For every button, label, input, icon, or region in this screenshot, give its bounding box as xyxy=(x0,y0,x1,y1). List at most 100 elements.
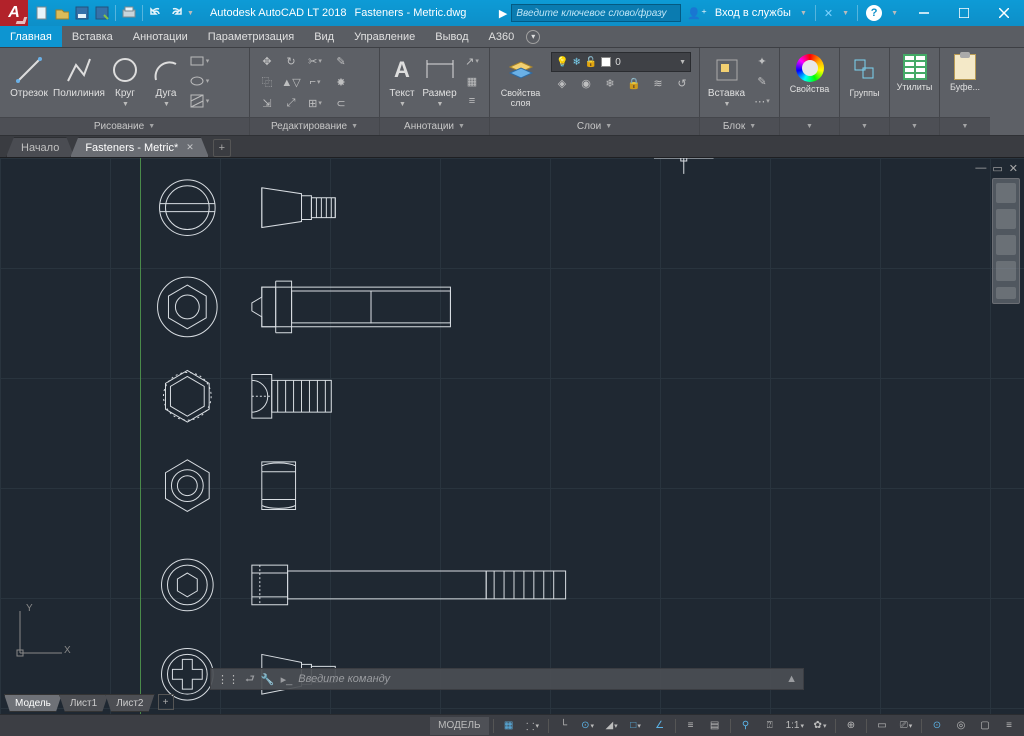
maximize-button[interactable] xyxy=(944,0,984,26)
qat-dropdown-icon[interactable]: ▼ xyxy=(187,10,194,17)
layout-sheet1[interactable]: Лист1 xyxy=(59,694,108,712)
layeroff-icon[interactable]: ◉ xyxy=(575,74,597,92)
close-tab-icon[interactable]: ✕ xyxy=(186,142,194,153)
search-input[interactable]: Введите ключевое слово/фразу xyxy=(511,4,681,22)
tab-annotate[interactable]: Аннотации xyxy=(123,26,198,47)
trim-icon[interactable]: ✂▾ xyxy=(304,52,326,70)
leader-icon[interactable]: ↗▾ xyxy=(461,52,483,70)
vp-restore-icon[interactable]: ▭ xyxy=(992,162,1002,175)
panel-props-label[interactable]: ▼ xyxy=(780,117,839,135)
annoscale-icon[interactable]: ⚲ xyxy=(735,717,757,735)
add-layout-button[interactable]: + xyxy=(158,694,174,710)
model-space-button[interactable]: МОДЕЛЬ xyxy=(430,717,488,735)
insert-button[interactable]: Вставка▼ xyxy=(706,52,747,108)
layer-props-button[interactable]: Свойства слоя xyxy=(496,52,545,108)
nav-pan-icon[interactable] xyxy=(996,209,1016,229)
array-icon[interactable]: ⊞▾ xyxy=(304,94,326,112)
cmd-custom-icon[interactable]: 🔧 xyxy=(261,673,275,686)
panel-clip-label[interactable]: ▼ xyxy=(940,117,990,135)
saveas-icon[interactable] xyxy=(92,3,112,23)
units-icon[interactable]: ⎚ ▾ xyxy=(895,717,917,735)
polar-icon[interactable]: ⊙ ▾ xyxy=(577,717,599,735)
dim-button[interactable]: Размер▼ xyxy=(422,52,457,108)
exchange-icon[interactable]: ✕ xyxy=(824,7,833,20)
minimize-button[interactable] xyxy=(904,0,944,26)
properties-button[interactable]: Свойства xyxy=(786,52,833,94)
table-icon[interactable]: ▦ xyxy=(461,72,483,90)
hatch-icon[interactable]: ▾ xyxy=(188,92,210,110)
isoplane-icon[interactable]: ◢ ▾ xyxy=(601,717,623,735)
layeriso-icon[interactable]: ◈ xyxy=(551,74,573,92)
save-icon[interactable] xyxy=(72,3,92,23)
otrack-icon[interactable]: ∠ xyxy=(649,717,671,735)
tab-a360[interactable]: A360 xyxy=(479,26,525,47)
create-block-icon[interactable]: ✦ xyxy=(751,52,773,70)
polyline-button[interactable]: Полилиния xyxy=(56,52,102,99)
customize-icon[interactable]: ≡ xyxy=(998,717,1020,735)
annomon-icon[interactable]: ⊕ xyxy=(840,717,862,735)
layerprev-icon[interactable]: ↺ xyxy=(671,74,693,92)
open-icon[interactable] xyxy=(52,3,72,23)
tab-focus-icon[interactable]: ▾ xyxy=(526,30,540,44)
offset-icon[interactable]: ⊂ xyxy=(330,94,352,112)
groups-button[interactable]: Группы xyxy=(846,52,883,98)
tab-home[interactable]: Главная xyxy=(0,26,62,47)
panel-groups-label[interactable]: ▼ xyxy=(840,117,889,135)
drawing-canvas[interactable]: — ▭ ✕ Y X ⋮⋮ ⮐ 🔧 ▸_ Введите команду ▲ Мо… xyxy=(0,158,1024,714)
grid-toggle-icon[interactable]: ▦ xyxy=(498,717,520,735)
ortho-icon[interactable]: └ xyxy=(553,717,575,735)
copy-icon[interactable]: ⿻ xyxy=(256,73,278,91)
cmd-expand-icon[interactable]: ▲ xyxy=(786,673,797,685)
lwt-icon[interactable]: ≡ xyxy=(680,717,702,735)
layermatch-icon[interactable]: ≋ xyxy=(647,74,669,92)
panel-anno-label[interactable]: Аннотации▼ xyxy=(380,117,489,135)
circle-button[interactable]: Круг▼ xyxy=(106,52,144,108)
tab-view[interactable]: Вид xyxy=(304,26,344,47)
edit-block-icon[interactable]: ✎ xyxy=(751,72,773,90)
panel-utils-label[interactable]: ▼ xyxy=(890,117,939,135)
mtext-icon[interactable]: ≡ xyxy=(461,92,483,110)
tpy-icon[interactable]: ▤ xyxy=(704,717,726,735)
annovi-icon[interactable]: ⍰ xyxy=(759,717,781,735)
search-play-icon[interactable]: ▶ xyxy=(499,7,507,20)
rect-icon[interactable]: ▾ xyxy=(188,52,210,70)
osnap-icon[interactable]: □ ▾ xyxy=(625,717,647,735)
undo-icon[interactable] xyxy=(146,3,166,23)
layerfrz-icon[interactable]: ❄ xyxy=(599,74,621,92)
panel-edit-label[interactable]: Редактирование▼ xyxy=(250,117,379,135)
isolate-icon[interactable]: ◎ xyxy=(950,717,972,735)
ellipse-icon[interactable]: ▾ xyxy=(188,72,210,90)
qp-icon[interactable]: ▭ xyxy=(871,717,893,735)
tab-current-file[interactable]: Fasteners - Metric*✕ xyxy=(70,137,208,157)
layout-sheet2[interactable]: Лист2 xyxy=(105,694,154,712)
tab-insert[interactable]: Вставка xyxy=(62,26,123,47)
scale-icon[interactable]: ⤢ xyxy=(280,94,302,112)
signin-label[interactable]: Вход в службы xyxy=(715,7,791,19)
stretch-icon[interactable]: ⇲ xyxy=(256,94,278,112)
close-button[interactable] xyxy=(984,0,1024,26)
tab-manage[interactable]: Управление xyxy=(344,26,425,47)
cmd-recent-icon[interactable]: ⮐ xyxy=(245,670,255,689)
clipboard-button[interactable]: Буфе... xyxy=(946,52,984,92)
help-icon[interactable]: ? xyxy=(866,5,882,21)
layerlock-icon[interactable]: 🔒 xyxy=(623,74,645,92)
new-icon[interactable] xyxy=(32,3,52,23)
ws-icon[interactable]: ✿ ▾ xyxy=(809,717,831,735)
mirror-icon[interactable]: ▲▽ xyxy=(280,73,302,91)
redo-icon[interactable] xyxy=(166,3,186,23)
app-logo[interactable]: A xyxy=(0,0,28,26)
line-button[interactable]: Отрезок xyxy=(6,52,52,99)
nav-collapse-icon[interactable] xyxy=(996,287,1016,299)
hwaccel-icon[interactable]: ⊙ xyxy=(926,717,948,735)
signin-icon[interactable]: 👤⁺ xyxy=(687,7,707,20)
clean-icon[interactable]: ▢ xyxy=(974,717,996,735)
nav-orbit-icon[interactable] xyxy=(996,261,1016,281)
tab-output[interactable]: Вывод xyxy=(425,26,478,47)
panel-block-label[interactable]: Блок▼ xyxy=(700,117,779,135)
nav-wheel-icon[interactable] xyxy=(996,183,1016,203)
arc-button[interactable]: Дуга▼ xyxy=(148,52,184,108)
vp-close-icon[interactable]: ✕ xyxy=(1009,162,1018,175)
erase-icon[interactable]: ✎ xyxy=(330,52,352,70)
tab-parametric[interactable]: Параметризация xyxy=(198,26,304,47)
scale-button[interactable]: 1:1 ▾ xyxy=(783,717,807,735)
